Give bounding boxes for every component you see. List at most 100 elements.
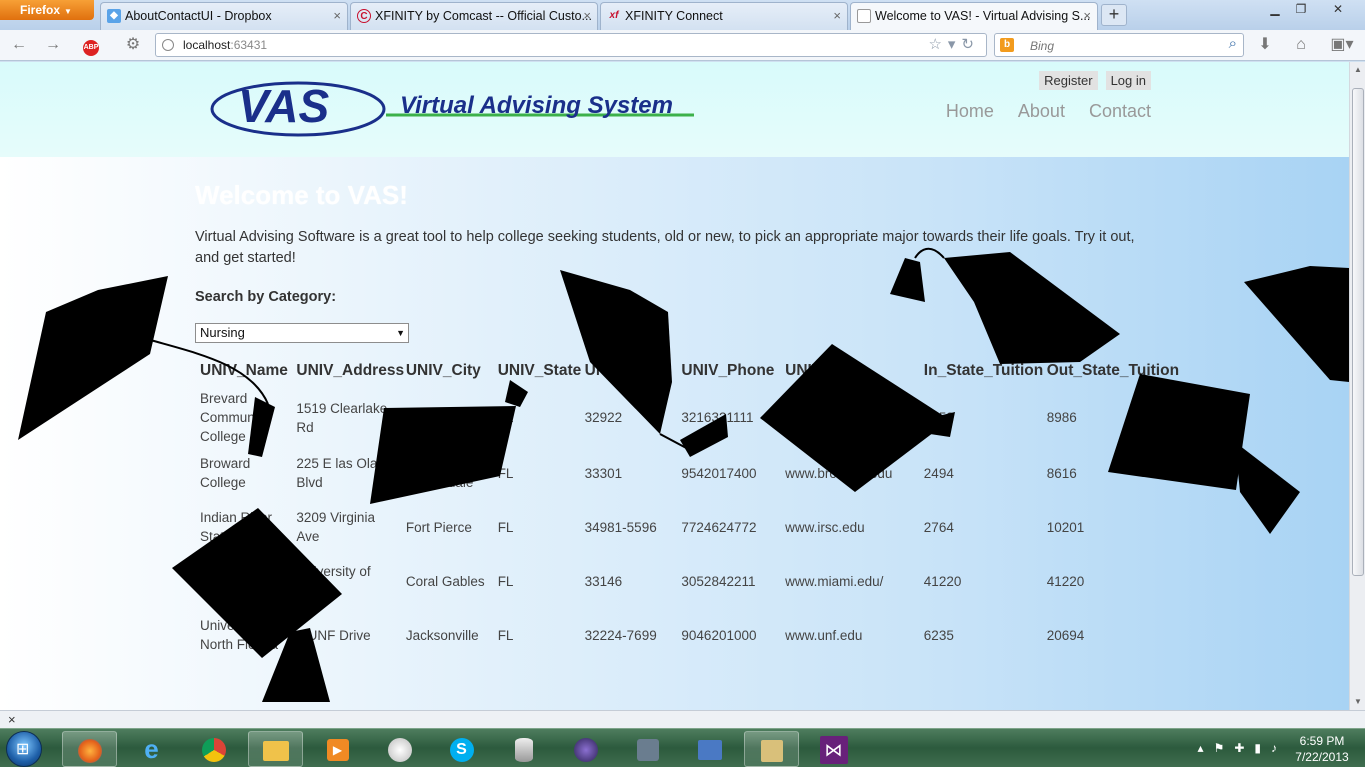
tab-label: Welcome to VAS! - Virtual Advising S... [875, 9, 1091, 23]
table-cell: 33301 [584, 465, 623, 481]
vertical-scrollbar[interactable]: ▲ ▼ [1349, 62, 1365, 710]
window-close-icon[interactable]: ✕ [1325, 0, 1351, 18]
scroll-down-icon[interactable]: ▼ [1350, 694, 1365, 710]
table-cell: 9542017400 [681, 465, 757, 481]
new-tab-button[interactable]: + [1101, 4, 1127, 26]
back-icon[interactable]: ← [8, 35, 30, 55]
nav-contact[interactable]: Contact [1089, 101, 1151, 122]
column-header: UNIV_Name [200, 362, 288, 379]
messenger-taskbar-icon[interactable] [372, 731, 427, 767]
eclipse-taskbar-icon[interactable] [558, 731, 613, 767]
chrome-taskbar-icon[interactable] [186, 731, 241, 767]
firefox-menu-button[interactable]: Firefox ▼ [0, 0, 94, 20]
table-cell: Broward College [200, 456, 251, 490]
tab-vas-welcome[interactable]: Welcome to VAS! - Virtual Advising S... … [850, 2, 1098, 30]
bing-icon[interactable]: b [1000, 38, 1014, 52]
table-cell: 33146 [584, 573, 623, 589]
url-bar[interactable]: localhost:63431 ☆▾↻ [155, 33, 987, 57]
addon-bar-close-icon[interactable]: × [8, 712, 16, 727]
column-header: Out_State_Tuition [1046, 362, 1180, 379]
dropbox-icon: ◆ [107, 9, 121, 23]
table-cell: 34981-5596 [584, 519, 657, 535]
network-tool-taskbar-icon[interactable] [620, 731, 675, 767]
search-bar[interactable]: b Bing ⌕ [994, 33, 1244, 57]
file-explorer-taskbar-icon[interactable] [248, 731, 303, 767]
table-cell: 2458 [923, 410, 954, 425]
login-link[interactable]: Log in [1105, 71, 1151, 90]
tab-xfinity-connect[interactable]: xf XFINITY Connect × [600, 2, 848, 30]
register-link[interactable]: Register [1039, 71, 1098, 90]
category-select[interactable]: Nursing ▼ [195, 323, 409, 343]
table-cell: 3209 Virginia Ave [296, 510, 375, 544]
tab-dropbox[interactable]: ◆ AboutContactUI - Dropbox × [100, 2, 348, 30]
forward-icon[interactable]: → [42, 35, 64, 55]
page-viewport: VAS Virtual Advising System Register Log … [0, 62, 1349, 710]
close-icon[interactable]: × [333, 3, 341, 29]
table-cell: 7724624772 [681, 519, 757, 535]
database-taskbar-icon[interactable] [496, 731, 551, 767]
visual-studio-taskbar-icon[interactable]: ⋈ [806, 731, 861, 767]
minimize-icon[interactable]: ▁ [1262, 0, 1288, 18]
table-cell: 9046201000 [681, 627, 757, 643]
table-cell: 32224-7699 [584, 627, 657, 643]
page-icon [857, 9, 871, 23]
scroll-up-icon[interactable]: ▲ [1350, 62, 1365, 78]
table-cell: Indian River State College [200, 510, 282, 544]
url-host: localhost [183, 38, 231, 52]
remote-desktop-taskbar-icon[interactable] [682, 731, 737, 767]
auth-links: Register Log in [1031, 71, 1151, 90]
table-cell: 3052842211 [681, 573, 756, 589]
page-title: Welcome to VAS! [195, 180, 408, 210]
column-header: UNIV_URL [785, 362, 863, 379]
addon-icon[interactable]: ⚙ [122, 35, 144, 55]
table-cell: FL [497, 410, 514, 425]
scrollbar-thumb[interactable] [1352, 88, 1364, 576]
vas-logo[interactable]: VAS Virtual Advising System [210, 76, 700, 138]
table-cell: FL [497, 627, 514, 643]
chevron-down-icon: ▼ [396, 328, 405, 338]
tab-label: XFINITY Connect [625, 9, 723, 23]
clock-time: 6:59 PM [1299, 734, 1345, 748]
system-tray[interactable]: ▴⚑✚▮♪ [1198, 741, 1287, 755]
windows-taskbar: ⊞ e ▶ S ⋈ ▴⚑✚▮♪ 6:59 PM 7/22/2013 [0, 728, 1365, 767]
table-cell: University of North Florida [200, 618, 279, 652]
download-icon[interactable]: ⬇ [1254, 35, 1276, 55]
table-row: Broward College 225 E las Olas Blvd Fort L… [200, 446, 1185, 500]
table-cell: 8616 [1046, 465, 1077, 481]
logo-tagline: Virtual Advising System [400, 92, 673, 119]
close-icon[interactable]: × [833, 3, 841, 29]
start-button[interactable]: ⊞ [6, 731, 42, 767]
nav-about[interactable]: About [1018, 101, 1065, 122]
column-header: UNIV_ZIP [584, 362, 655, 379]
home-icon[interactable]: ⌂ [1290, 35, 1312, 55]
firefox-taskbar-icon[interactable] [62, 731, 117, 767]
table-cell: FL [497, 519, 514, 535]
table-cell: 8986 [1046, 410, 1077, 425]
category-selected: Nursing [200, 325, 245, 340]
restore-icon[interactable]: ❐ [1288, 0, 1314, 18]
intro-text: Virtual Advising Software is a great too… [195, 229, 1135, 266]
media-player-taskbar-icon[interactable]: ▶ [310, 731, 365, 767]
firefox-menu-label: Firefox [20, 3, 61, 17]
table-cell: Fort Pierce [405, 519, 472, 535]
table-body: Brevard Community College 1519 Clearlake … [200, 389, 1185, 662]
bookmark-star-icon[interactable]: ☆▾↻ [928, 35, 980, 53]
adblock-icon[interactable]: ABP [80, 35, 102, 56]
table-cell: Cocoa [405, 410, 445, 425]
nav-home[interactable]: Home [946, 101, 994, 122]
internet-explorer-taskbar-icon[interactable]: e [124, 731, 179, 767]
bookmarks-menu-icon[interactable]: ▣▾ [1325, 35, 1359, 55]
skype-taskbar-icon[interactable]: S [434, 731, 489, 767]
tab-label: XFINITY by Comcast -- Official Custo... [375, 9, 592, 23]
tab-label: AboutContactUI - Dropbox [125, 9, 272, 23]
search-icon[interactable]: ⌕ [1229, 35, 1237, 52]
tab-xfinity-comcast[interactable]: C XFINITY by Comcast -- Official Custo..… [350, 2, 598, 30]
table-cell: 6235 [923, 627, 954, 643]
table-cell: 225 E las Olas Blvd [296, 456, 385, 490]
table-row: Brevard Community College 1519 Clearlake … [200, 389, 1185, 446]
clock[interactable]: 6:59 PM 7/22/2013 [1282, 733, 1362, 765]
close-icon[interactable]: × [1083, 3, 1091, 29]
close-icon[interactable]: × [583, 3, 591, 29]
server-tool-taskbar-icon[interactable] [744, 731, 799, 767]
table-cell: 2764 [923, 519, 954, 535]
